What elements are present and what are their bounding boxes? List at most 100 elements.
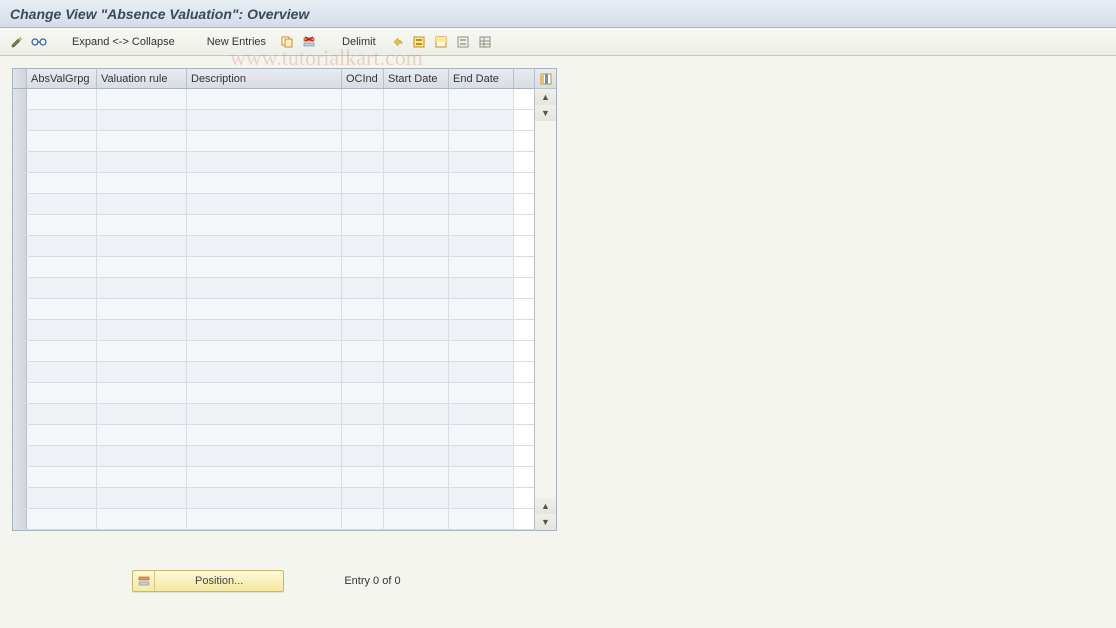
table-row[interactable] (13, 299, 534, 320)
row-selector[interactable] (13, 404, 27, 424)
row-selector[interactable] (13, 299, 27, 319)
cell-valuation-rule[interactable] (97, 236, 187, 256)
cell-absvalgrpg[interactable] (27, 236, 97, 256)
cell-end-date[interactable] (449, 341, 514, 361)
row-selector[interactable] (13, 320, 27, 340)
cell-description[interactable] (187, 404, 342, 424)
cell-absvalgrpg[interactable] (27, 278, 97, 298)
cell-end-date[interactable] (449, 425, 514, 445)
cell-description[interactable] (187, 446, 342, 466)
cell-absvalgrpg[interactable] (27, 404, 97, 424)
cell-start-date[interactable] (384, 89, 449, 109)
cell-valuation-rule[interactable] (97, 194, 187, 214)
scroll-up-bottom-button[interactable]: ▲ (535, 498, 556, 514)
cell-ocind[interactable] (342, 383, 384, 403)
row-selector[interactable] (13, 236, 27, 256)
table-row[interactable] (13, 446, 534, 467)
select-all-icon[interactable] (410, 33, 428, 51)
row-selector[interactable] (13, 194, 27, 214)
cell-start-date[interactable] (384, 404, 449, 424)
cell-end-date[interactable] (449, 446, 514, 466)
cell-ocind[interactable] (342, 362, 384, 382)
table-row[interactable] (13, 215, 534, 236)
select-all-header[interactable] (13, 69, 27, 88)
cell-ocind[interactable] (342, 320, 384, 340)
cell-start-date[interactable] (384, 299, 449, 319)
cell-ocind[interactable] (342, 425, 384, 445)
table-row[interactable] (13, 362, 534, 383)
table-row[interactable] (13, 257, 534, 278)
cell-description[interactable] (187, 509, 342, 529)
cell-ocind[interactable] (342, 215, 384, 235)
cell-absvalgrpg[interactable] (27, 341, 97, 361)
cell-description[interactable] (187, 383, 342, 403)
cell-absvalgrpg[interactable] (27, 173, 97, 193)
cell-absvalgrpg[interactable] (27, 488, 97, 508)
cell-valuation-rule[interactable] (97, 467, 187, 487)
cell-ocind[interactable] (342, 236, 384, 256)
cell-start-date[interactable] (384, 320, 449, 340)
cell-end-date[interactable] (449, 215, 514, 235)
cell-absvalgrpg[interactable] (27, 257, 97, 277)
scroll-track[interactable] (535, 121, 556, 498)
cell-description[interactable] (187, 299, 342, 319)
cell-description[interactable] (187, 320, 342, 340)
row-selector[interactable] (13, 446, 27, 466)
row-selector[interactable] (13, 173, 27, 193)
glasses-icon[interactable] (30, 33, 48, 51)
cell-valuation-rule[interactable] (97, 383, 187, 403)
table-config-icon[interactable] (476, 33, 494, 51)
cell-absvalgrpg[interactable] (27, 110, 97, 130)
table-row[interactable] (13, 194, 534, 215)
table-row[interactable] (13, 131, 534, 152)
cell-end-date[interactable] (449, 131, 514, 151)
col-header-start-date[interactable]: Start Date (384, 69, 449, 88)
cell-ocind[interactable] (342, 173, 384, 193)
cell-end-date[interactable] (449, 299, 514, 319)
cell-end-date[interactable] (449, 404, 514, 424)
cell-ocind[interactable] (342, 404, 384, 424)
scroll-down-bottom-button[interactable]: ▼ (535, 514, 556, 530)
cell-start-date[interactable] (384, 236, 449, 256)
cell-start-date[interactable] (384, 425, 449, 445)
position-button[interactable]: Position... (132, 570, 284, 592)
cell-start-date[interactable] (384, 509, 449, 529)
select-block-icon[interactable] (432, 33, 450, 51)
cell-start-date[interactable] (384, 215, 449, 235)
row-selector[interactable] (13, 278, 27, 298)
cell-absvalgrpg[interactable] (27, 362, 97, 382)
cell-end-date[interactable] (449, 194, 514, 214)
cell-start-date[interactable] (384, 446, 449, 466)
cell-valuation-rule[interactable] (97, 257, 187, 277)
row-selector[interactable] (13, 110, 27, 130)
cell-start-date[interactable] (384, 110, 449, 130)
cell-ocind[interactable] (342, 467, 384, 487)
cell-start-date[interactable] (384, 467, 449, 487)
row-selector[interactable] (13, 152, 27, 172)
cell-end-date[interactable] (449, 236, 514, 256)
row-selector[interactable] (13, 488, 27, 508)
cell-description[interactable] (187, 215, 342, 235)
expand-collapse-button[interactable]: Expand <-> Collapse (64, 32, 183, 52)
cell-absvalgrpg[interactable] (27, 131, 97, 151)
cell-start-date[interactable] (384, 131, 449, 151)
cell-valuation-rule[interactable] (97, 404, 187, 424)
cell-ocind[interactable] (342, 131, 384, 151)
cell-absvalgrpg[interactable] (27, 152, 97, 172)
cell-description[interactable] (187, 467, 342, 487)
cell-end-date[interactable] (449, 320, 514, 340)
cell-absvalgrpg[interactable] (27, 509, 97, 529)
table-row[interactable] (13, 152, 534, 173)
cell-description[interactable] (187, 89, 342, 109)
table-row[interactable] (13, 341, 534, 362)
cell-absvalgrpg[interactable] (27, 194, 97, 214)
cell-description[interactable] (187, 194, 342, 214)
cell-absvalgrpg[interactable] (27, 299, 97, 319)
cell-ocind[interactable] (342, 299, 384, 319)
cell-start-date[interactable] (384, 152, 449, 172)
cell-valuation-rule[interactable] (97, 446, 187, 466)
cell-valuation-rule[interactable] (97, 509, 187, 529)
undo-icon[interactable] (388, 33, 406, 51)
cell-ocind[interactable] (342, 446, 384, 466)
cell-end-date[interactable] (449, 488, 514, 508)
